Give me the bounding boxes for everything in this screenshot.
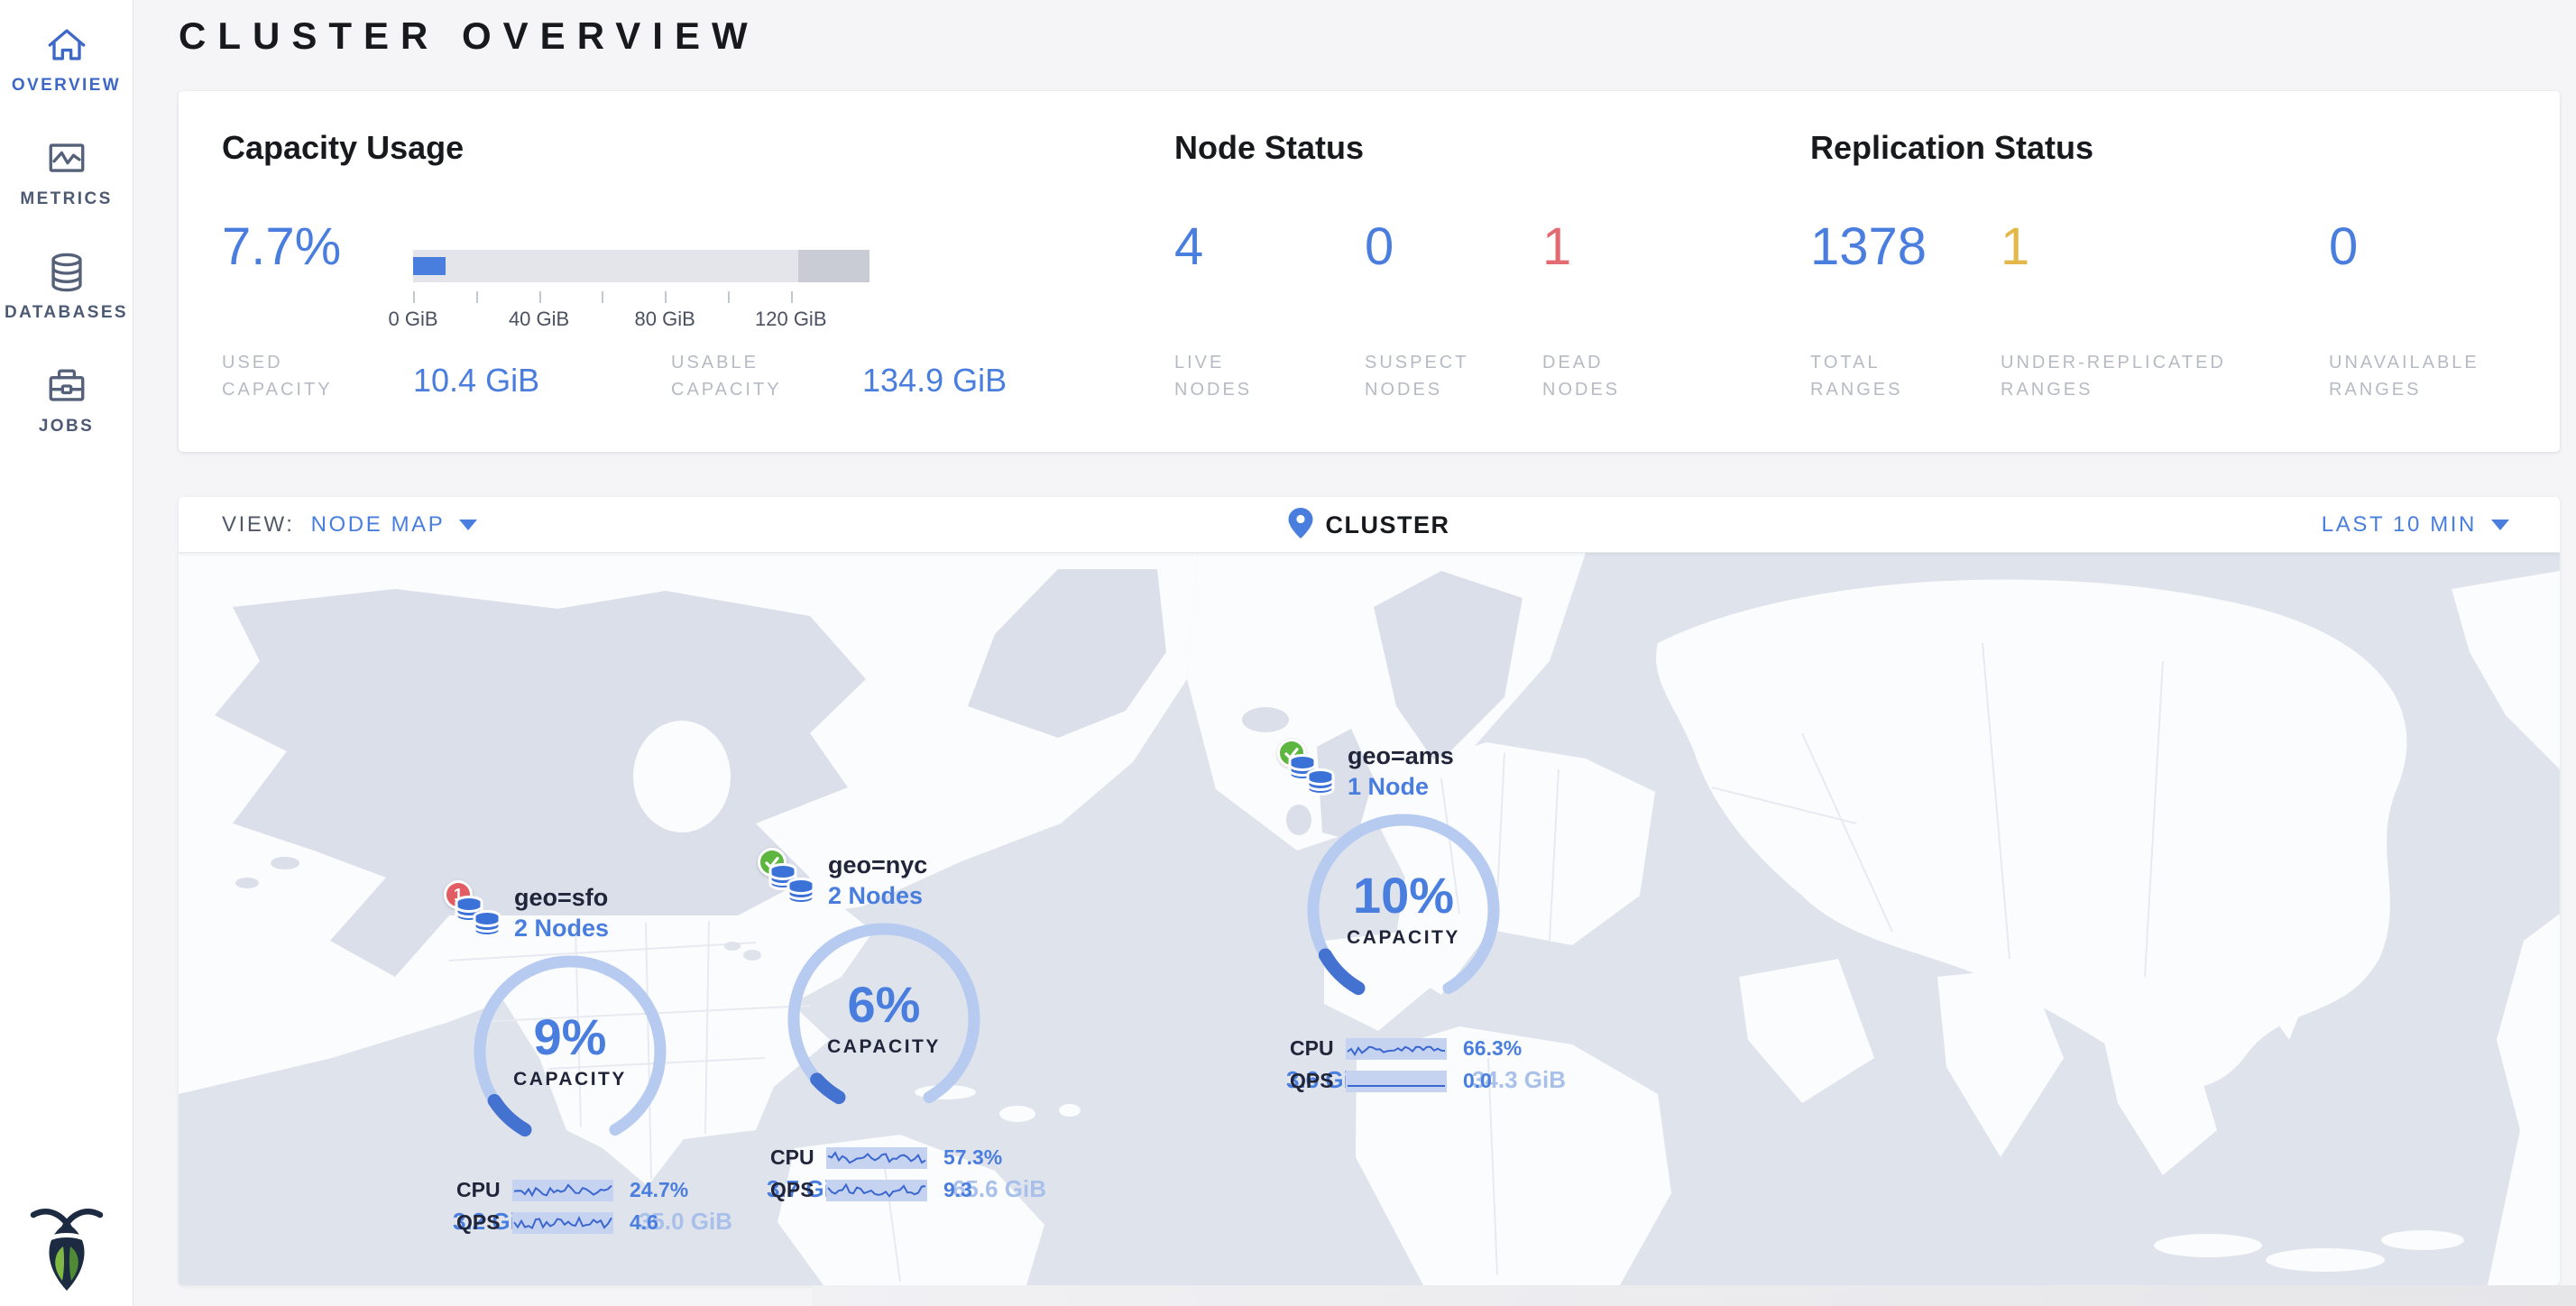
suspect-nodes-value: 0 [1365,216,1394,279]
map-toolbar: VIEW: NODE MAP CLUSTER LAST 10 MIN [179,497,2560,553]
cpu-sparkline [1346,1038,1447,1060]
database-nodes-icon [765,860,821,919]
gauge-percent: 10% [1300,866,1507,924]
chevron-down-icon [2491,520,2509,530]
node-status-title: Node Status [1174,129,1364,167]
capacity-tick-label: 40 GiB [509,308,569,331]
sidebar-item-label: METRICS [20,189,112,209]
page-title: CLUSTER OVERVIEW [179,14,759,58]
usable-capacity-value: 134.9 GiB [862,362,1007,400]
total-ranges-label: TOTALRANGES [1810,349,1902,403]
cpu-sparkline [512,1180,613,1201]
capacity-axis: 0 GiB40 GiB80 GiB120 GiB [413,282,869,340]
cpu-row: CPU 24.7% [456,1178,688,1202]
dead-nodes-label: DEADNODES [1542,349,1620,403]
locality-marker-ams[interactable]: geo=ams 1 Node 10% CAPACITY 3.6 GiB 34.3… [1277,739,1286,748]
replication-status-title: Replication Status [1810,129,2093,167]
location-pin-icon [1289,508,1313,543]
breadcrumb-cluster: CLUSTER [1326,511,1450,539]
locality-name: geo=nyc [828,851,927,879]
next-panel-edge [812,1285,2576,1306]
locality-marker-sfo[interactable]: 1 geo=sfo 2 Nodes 9% CAPACITY 3.2 GiB 35… [444,880,453,889]
used-capacity-value: 10.4 GiB [413,362,539,400]
dead-nodes-value: 1 [1542,216,1571,279]
chevron-down-icon [459,520,477,530]
gauge-caption: CAPACITY [1300,927,1507,949]
capacity-tick-label: 120 GiB [755,308,827,331]
node-map: 1 geo=sfo 2 Nodes 9% CAPACITY 3.2 GiB 35… [179,553,2560,1285]
sidebar-item-databases[interactable]: DATABASES [0,247,133,323]
cluster-summary-panel: Capacity Usage 7.7% 0 GiB 40 GiB 80 GiB 120… [179,91,2560,452]
cpu-value: 24.7% [630,1178,688,1202]
qps-row: QPS 9.3 [770,1178,972,1202]
time-range-value: LAST 10 MIN [2322,512,2477,538]
time-range-dropdown[interactable]: LAST 10 MIN [2322,497,2509,553]
database-nodes-icon [1284,751,1340,810]
capacity-bar-used [413,257,446,275]
breadcrumb[interactable]: CLUSTER [1289,497,1450,553]
view-selector-dropdown[interactable]: VIEW: NODE MAP [222,497,477,553]
cpu-row: CPU 66.3% [1290,1036,1522,1061]
qps-row: QPS 4.6 [456,1210,658,1235]
qps-row: QPS 0.0 [1290,1069,1492,1093]
sidebar-item-jobs[interactable]: JOBS [0,361,133,437]
sidebar-item-label: JOBS [39,417,94,437]
sidebar-item-metrics[interactable]: METRICS [0,133,133,209]
cpu-sparkline [826,1147,927,1169]
metrics-icon [41,133,92,184]
gauge-caption: CAPACITY [466,1069,674,1090]
locality-node-count: 2 Nodes [514,915,609,943]
jobs-icon [41,361,92,411]
view-label: VIEW: [222,512,295,538]
capacity-used-percent: 7.7% [222,216,341,279]
view-value: NODE MAP [311,512,446,538]
locality-name: geo=ams [1348,742,1454,770]
total-ranges-value: 1378 [1810,216,1927,279]
locality-node-count: 1 Node [1348,773,1429,801]
unavailable-ranges-label: UNAVAILABLERANGES [2329,349,2479,403]
capacity-bar-nonusable [798,250,869,282]
cpu-row: CPU 57.3% [770,1145,1002,1170]
suspect-nodes-label: SUSPECTNODES [1365,349,1468,403]
under-replicated-ranges-label: UNDER-REPLICATEDRANGES [2001,349,2226,403]
capacity-gauge: 10% CAPACITY 3.6 GiB 34.3 GiB [1300,806,1507,1014]
databases-icon [41,247,92,298]
sidebar: OVERVIEW METRICS DATABASES [0,0,133,1306]
home-icon [41,20,92,70]
sidebar-item-label: OVERVIEW [12,76,121,96]
capacity-gauge: 9% CAPACITY 3.2 GiB 35.0 GiB [466,948,674,1155]
capacity-gauge: 6% CAPACITY 3.7 GiB 65.6 GiB [780,915,988,1123]
live-nodes-label: LIVENODES [1174,349,1252,403]
unavailable-ranges-value: 0 [2329,216,2358,279]
database-nodes-icon [451,893,507,952]
capacity-tick-label: 80 GiB [635,308,695,331]
cockroachdb-logo [26,1203,107,1293]
sidebar-item-label: DATABASES [5,303,128,323]
cpu-value: 57.3% [943,1145,1002,1170]
qps-sparkline [826,1180,927,1201]
usable-capacity-label: USABLECAPACITY [671,349,782,403]
capacity-bar-chart: 0 GiB40 GiB80 GiB120 GiB [413,250,869,340]
used-capacity-label: USEDCAPACITY [222,349,333,403]
capacity-tick-label: 0 GiB [388,308,437,331]
qps-value: 9.3 [943,1178,972,1202]
live-nodes-value: 4 [1174,216,1203,279]
capacity-usage-title: Capacity Usage [222,129,464,167]
gauge-percent: 6% [780,975,988,1034]
gauge-caption: CAPACITY [780,1036,988,1058]
locality-node-count: 2 Nodes [828,882,923,910]
under-replicated-ranges-value: 1 [2001,216,2029,279]
qps-value: 0.0 [1463,1069,1492,1093]
qps-value: 4.6 [630,1210,658,1235]
qps-sparkline [512,1212,613,1234]
locality-marker-nyc[interactable]: geo=nyc 2 Nodes 6% CAPACITY 3.7 GiB 65.6… [758,848,767,857]
qps-sparkline [1346,1071,1447,1092]
cpu-value: 66.3% [1463,1036,1522,1061]
locality-name: geo=sfo [514,884,608,912]
gauge-percent: 9% [466,1007,674,1066]
sidebar-item-overview[interactable]: OVERVIEW [0,20,133,96]
